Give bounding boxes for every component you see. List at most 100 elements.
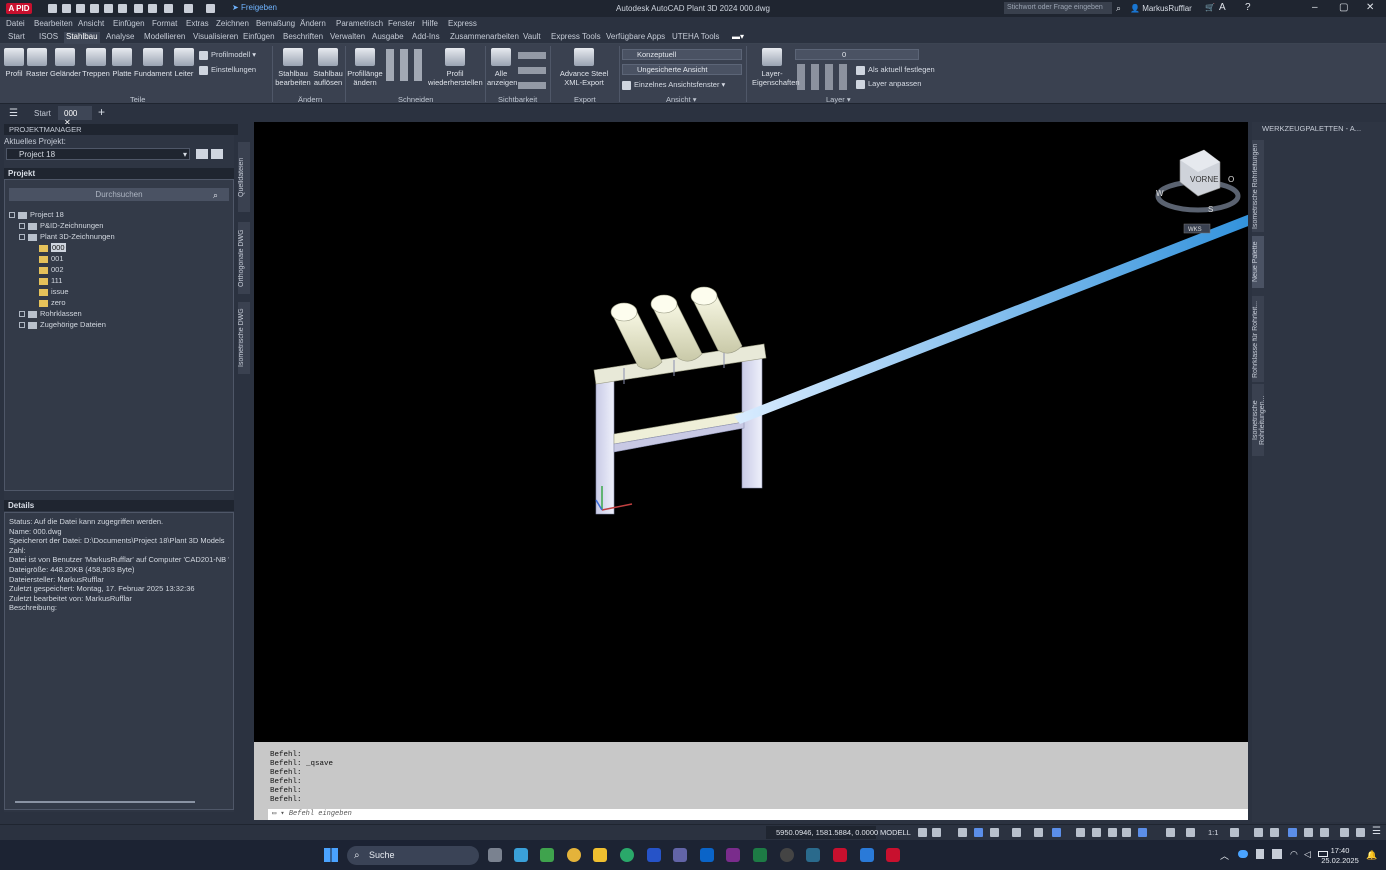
horizontal-scrollbar[interactable] [15, 801, 195, 803]
isodraft-icon[interactable] [990, 828, 999, 837]
customize-menu-icon[interactable]: ☰ [1372, 826, 1381, 837]
profillaenge-aendern-button[interactable]: Profillänge ändern [347, 48, 383, 87]
notification-bell-icon[interactable]: 🔔 [1366, 850, 1377, 861]
lineweight-icon[interactable] [1076, 828, 1085, 837]
tab-quelldateien[interactable]: Quelldateien [238, 142, 250, 212]
menu-extras[interactable]: Extras [186, 19, 209, 28]
tree-item-plant3d[interactable]: Plant 3D-Zeichnungen [19, 232, 115, 241]
tab-verwalten[interactable]: Verwalten [328, 32, 367, 44]
stahlbau-aufloesen-button[interactable]: Stahlbau auflösen [312, 48, 344, 87]
chevron-up-icon[interactable]: ︿ [1220, 849, 1229, 862]
profil-wiederherstellen-button[interactable]: Profil wiederherstellen [428, 48, 483, 87]
gelaender-button[interactable]: Geländer [50, 48, 81, 78]
tab-zusammenarbeiten[interactable]: Zusammenarbeiten [448, 32, 521, 44]
ortho-icon[interactable] [958, 828, 967, 837]
autodesk-icon[interactable]: A [1219, 2, 1226, 13]
tab-isos[interactable]: ISOS [37, 32, 60, 44]
tree-search-input[interactable]: Durchsuchen [9, 188, 229, 201]
menu-bearbeiten[interactable]: Bearbeiten [34, 19, 73, 28]
collapse-icon[interactable] [9, 212, 15, 219]
grid-icon[interactable] [918, 828, 927, 837]
new-tab-icon[interactable]: + [98, 105, 105, 119]
user-account[interactable]: 👤 MarkusRufflar [1130, 4, 1192, 13]
alle-anzeigen-button[interactable]: Alle anzeigen [487, 48, 517, 87]
print-project-icon[interactable] [196, 149, 208, 159]
profilmodell-button[interactable]: Profilmodell ▾ [199, 50, 256, 60]
fullscreen-icon[interactable] [1356, 828, 1365, 837]
cut-tools-icons[interactable] [386, 49, 426, 81]
palette-tab-iso[interactable]: Isometrische Rohrleitungen [1252, 140, 1264, 232]
tab-beschriften[interactable]: Beschriften [281, 32, 325, 44]
viewport-config-button[interactable]: Einzelnes Ansichtsfenster ▾ [622, 80, 725, 90]
app-circle-icon[interactable] [780, 848, 794, 862]
visual-style-combo[interactable]: Konzeptuell [622, 49, 742, 60]
tab-uteha-tools[interactable]: UTEHA Tools [670, 32, 721, 44]
tab-ausgabe[interactable]: Ausgabe [370, 32, 406, 44]
tab-einfuegen[interactable]: Einfügen [241, 32, 277, 44]
tree-item-drawing[interactable]: 111 [39, 276, 62, 285]
drawing-viewport[interactable]: VORNE W O S WKS [254, 122, 1340, 742]
app-m-icon[interactable] [647, 848, 661, 862]
viewcube-face[interactable]: VORNE [1190, 175, 1218, 184]
layer-tools-icons[interactable] [797, 64, 853, 90]
restore-icon[interactable]: ▢ [1339, 2, 1348, 13]
tab-modellieren[interactable]: Modellieren [142, 32, 187, 44]
isolate-icon[interactable] [1288, 828, 1297, 837]
tab-analyse[interactable]: Analyse [104, 32, 136, 44]
help-search-input[interactable]: Stichwort oder Frage eingeben [1004, 2, 1112, 14]
annotation-visibility-icon[interactable] [1166, 828, 1175, 837]
tree-item-drawing[interactable]: 001 [39, 254, 64, 263]
project-setup-icon[interactable] [211, 149, 223, 159]
steel-structure[interactable] [593, 343, 767, 515]
treppen-button[interactable]: Treppen [82, 48, 110, 78]
platte-button[interactable]: Platte [110, 48, 134, 78]
osnap-tracking-icon[interactable] [1012, 828, 1021, 837]
tab-vault[interactable]: Vault [521, 32, 543, 44]
menu-zeichnen[interactable]: Zeichnen [216, 19, 249, 28]
layer-anpassen-button[interactable]: Layer anpassen [856, 79, 921, 89]
app-icon[interactable] [540, 848, 554, 862]
tab-stahlbau[interactable]: Stahlbau [64, 32, 100, 44]
selection-cycling-icon[interactable] [1108, 828, 1117, 837]
leiter-button[interactable]: Leiter [173, 48, 195, 78]
visibility-tools-icons[interactable] [518, 49, 546, 89]
doc-tab-start[interactable]: Start [34, 109, 51, 118]
widgets-icon[interactable] [514, 848, 528, 862]
einstellungen-button[interactable]: Einstellungen [199, 65, 256, 75]
cart-icon[interactable]: 🛒 [1205, 3, 1215, 12]
minimize-icon[interactable]: – [1312, 2, 1318, 13]
layer-combo[interactable]: 0 [795, 49, 919, 60]
menu-bemassung[interactable]: Bemaßung [256, 19, 295, 28]
hamburger-icon[interactable]: ☰ [9, 108, 18, 119]
transparency-icon[interactable] [1092, 828, 1101, 837]
layer-eigenschaften-button[interactable]: Layer-Eigenschaften [752, 48, 800, 87]
palette-tab-new[interactable]: Neue Palette [1252, 236, 1264, 288]
excel-icon[interactable] [753, 848, 767, 862]
polar-icon[interactable] [974, 828, 983, 837]
tab-isometrische-dwg[interactable]: Isometrische DWG [238, 302, 250, 374]
app-icon[interactable] [806, 848, 820, 862]
tree-item-drawing[interactable]: zero [39, 298, 66, 307]
tree-item-rohrklassen[interactable]: Rohrklassen [19, 309, 82, 318]
tab-addins[interactable]: Add-Ins [410, 32, 442, 44]
onenote-icon[interactable] [726, 848, 740, 862]
annotation-scale[interactable]: 1:1 [1208, 828, 1218, 837]
hardware-accel-icon[interactable] [1304, 828, 1313, 837]
units-icon[interactable] [1270, 828, 1279, 837]
expand-icon[interactable] [19, 223, 25, 230]
fundament-button[interactable]: Fundament [134, 48, 172, 78]
teams-icon[interactable] [673, 848, 687, 862]
help-icon[interactable]: ? [1245, 2, 1251, 13]
explorer-icon[interactable] [593, 848, 607, 862]
expand-icon[interactable] [19, 322, 25, 329]
close-icon[interactable]: ✕ [1366, 2, 1374, 13]
menu-format[interactable]: Format [152, 19, 177, 28]
tree-item-drawing[interactable]: 000 [39, 243, 66, 252]
menu-einfuegen[interactable]: Einfügen [113, 19, 145, 28]
menu-datei[interactable]: Datei [6, 19, 25, 28]
menu-parametrisch[interactable]: Parametrisch [336, 19, 383, 28]
wifi-icon[interactable]: ◠ [1290, 849, 1298, 860]
tree-item-project[interactable]: Project 18 [9, 210, 64, 219]
usb-icon[interactable] [1256, 849, 1264, 859]
current-project-combo[interactable]: Project 18 ▾ [6, 148, 190, 160]
